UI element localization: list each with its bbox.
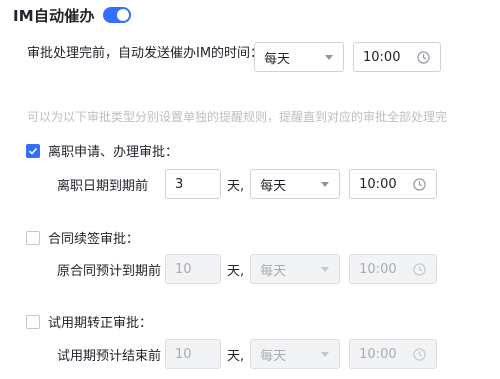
global-time-value: 10:00 <box>363 49 401 65</box>
rules-hint: 可以为以下审批类型分别设置单独的提醒规则，提醒直到对应的审批全部处理完 <box>27 110 448 124</box>
contract-title: 合同续签审批： <box>48 232 140 247</box>
probation-days-input[interactable]: 10 <box>165 339 221 369</box>
contract-time-value: 10:00 <box>359 261 397 277</box>
probation-row-label: 试用期预计结束前 <box>57 348 162 364</box>
global-rule-row: 审批处理完前，自动发送催办IM的时间： <box>27 42 263 61</box>
contract-checkbox[interactable] <box>26 230 40 245</box>
im-auto-reminder-settings: IM自动催办 审批处理完前，自动发送催办IM的时间： 每天 10:00 可以为以… <box>0 0 500 379</box>
probation-checkbox[interactable] <box>26 314 40 329</box>
section-probation-header: 试用期转正审批： <box>26 312 152 331</box>
page-title: IM自动催办 <box>13 6 95 25</box>
resignation-time-picker[interactable]: 10:00 <box>349 169 438 199</box>
auto-reminder-toggle[interactable] <box>102 7 131 23</box>
contract-row-label: 原合同预计到期前 <box>57 263 162 279</box>
probation-days-value: 10 <box>175 346 192 362</box>
resignation-row-label: 离职日期到期前 <box>57 178 149 194</box>
chevron-down-icon <box>321 266 330 272</box>
resignation-frequency-value: 每天 <box>260 178 287 194</box>
global-frequency-select[interactable]: 每天 <box>254 42 344 72</box>
resignation-title: 离职申请、办理审批： <box>48 145 179 160</box>
probation-time-picker[interactable]: 10:00 <box>349 339 438 369</box>
contract-frequency-value: 每天 <box>260 263 287 279</box>
resignation-frequency-select[interactable]: 每天 <box>250 169 341 199</box>
contract-days-input[interactable]: 10 <box>165 254 221 284</box>
resignation-days-value: 3 <box>175 176 184 192</box>
global-time-picker[interactable]: 10:00 <box>353 42 441 72</box>
contract-days-value: 10 <box>175 261 192 277</box>
check-icon <box>28 147 38 155</box>
probation-frequency-value: 每天 <box>260 348 287 364</box>
chevron-down-icon <box>321 351 330 357</box>
global-rule-label: 审批处理完前，自动发送催办IM的时间： <box>27 46 264 61</box>
resignation-rule-row: 离职日期到期前 3 天, 每天 10:00 <box>57 169 438 199</box>
clock-icon <box>413 262 426 276</box>
settings-header: IM自动催办 <box>13 4 131 26</box>
toggle-knob <box>116 9 129 21</box>
clock-icon <box>413 177 426 191</box>
contract-frequency-select[interactable]: 每天 <box>250 254 341 284</box>
clock-icon <box>413 347 426 361</box>
section-contract-header: 合同续签审批： <box>26 228 139 247</box>
global-frequency-value: 每天 <box>264 51 291 67</box>
probation-title: 试用期转正审批： <box>48 316 153 331</box>
contract-time-picker[interactable]: 10:00 <box>349 254 438 284</box>
chevron-down-icon <box>321 181 330 187</box>
clock-icon <box>417 50 430 64</box>
chevron-down-icon <box>325 54 333 60</box>
contract-days-unit: 天, <box>227 263 245 279</box>
resignation-time-value: 10:00 <box>359 176 397 192</box>
resignation-days-input[interactable]: 3 <box>165 169 221 199</box>
probation-days-unit: 天, <box>227 348 245 364</box>
probation-time-value: 10:00 <box>359 346 397 362</box>
contract-rule-row: 原合同预计到期前 10 天, 每天 10:00 <box>57 254 438 284</box>
probation-rule-row: 试用期预计结束前 10 天, 每天 10:00 <box>57 339 438 369</box>
resignation-checkbox[interactable] <box>26 143 40 158</box>
section-resignation-header: 离职申请、办理审批： <box>26 141 178 160</box>
probation-frequency-select[interactable]: 每天 <box>250 339 341 369</box>
resignation-days-unit: 天, <box>227 178 245 194</box>
